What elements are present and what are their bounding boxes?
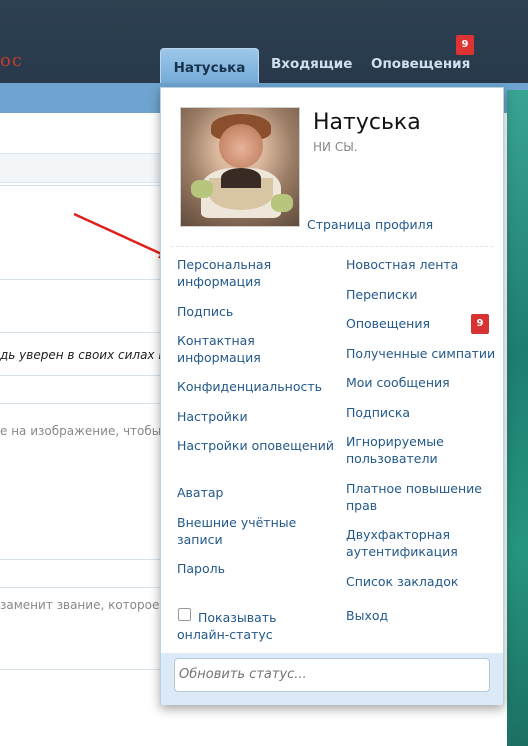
menu-conversations[interactable]: Переписки xyxy=(346,286,506,303)
menu-watched[interactable]: Подписка xyxy=(346,404,506,421)
menu-avatar[interactable]: Аватар xyxy=(177,484,337,501)
background-text: заменит звание, которое о xyxy=(0,598,160,612)
account-popup-menu: Натуська НИ СЫ. Страница профиля Персона… xyxy=(160,87,504,705)
menu-likes-received[interactable]: Полученные симпатии xyxy=(346,345,506,362)
menu-two-step[interactable]: Двухфакторная аутентификация xyxy=(346,526,506,560)
menu-paid-upgrades[interactable]: Платное повышение прав xyxy=(346,480,506,514)
popup-divider xyxy=(171,246,493,247)
menu-personal-info[interactable]: Персональная информация xyxy=(177,256,337,290)
alerts-count-badge: 9 xyxy=(456,35,474,55)
background-divider xyxy=(0,559,160,560)
menu-logout[interactable]: Выход xyxy=(346,607,506,624)
background-text: е на изображение, чтобы xyxy=(0,424,160,438)
user-title: НИ СЫ. xyxy=(313,140,358,154)
menu-news-feed[interactable]: Новостная лента xyxy=(346,256,506,273)
menu-ignored-users[interactable]: Игнорируемые пользователи xyxy=(346,433,506,467)
tab-user-account[interactable]: Натуська xyxy=(160,48,259,88)
menu-password[interactable]: Пароль xyxy=(177,560,337,577)
background-divider xyxy=(0,332,160,333)
menu-alert-preferences[interactable]: Настройки оповещений xyxy=(177,437,337,454)
user-avatar[interactable] xyxy=(180,107,300,227)
tab-inbox[interactable]: Входящие xyxy=(271,56,352,72)
profile-page-link[interactable]: Страница профиля xyxy=(307,217,433,232)
tab-alerts[interactable]: Оповещения xyxy=(371,56,470,72)
background-divider xyxy=(0,375,160,376)
popup-username[interactable]: Натуська xyxy=(313,110,421,135)
site-header: ос Натуська Входящие Оповещения 9 xyxy=(0,0,528,88)
menu-signature[interactable]: Подпись xyxy=(177,303,337,320)
menu-external-accounts[interactable]: Внешние учётные записи xyxy=(177,514,337,548)
menu-privacy[interactable]: Конфиденциальность xyxy=(177,378,337,395)
menu-preferences[interactable]: Настройки xyxy=(177,408,337,425)
background-divider xyxy=(0,185,160,186)
status-update-bar xyxy=(161,653,503,705)
status-update-input[interactable] xyxy=(174,658,490,692)
menu-my-posts[interactable]: Мои сообщения xyxy=(346,374,506,391)
background-divider xyxy=(0,587,160,588)
background-divider xyxy=(0,669,160,670)
decorative-background-strip xyxy=(507,90,528,746)
background-text: дь уверен в своих силах и xyxy=(0,348,160,362)
site-logo-fragment[interactable]: ос xyxy=(0,50,23,71)
show-online-label[interactable]: Показывать онлайн-статус xyxy=(177,609,307,643)
menu-contact-info[interactable]: Контактная информация xyxy=(177,332,337,366)
background-divider xyxy=(0,279,160,280)
menu-bookmarks[interactable]: Список закладок xyxy=(346,573,506,590)
menu-alerts-badge: 9 xyxy=(471,314,489,334)
background-divider xyxy=(0,403,160,404)
background-band xyxy=(0,153,160,183)
